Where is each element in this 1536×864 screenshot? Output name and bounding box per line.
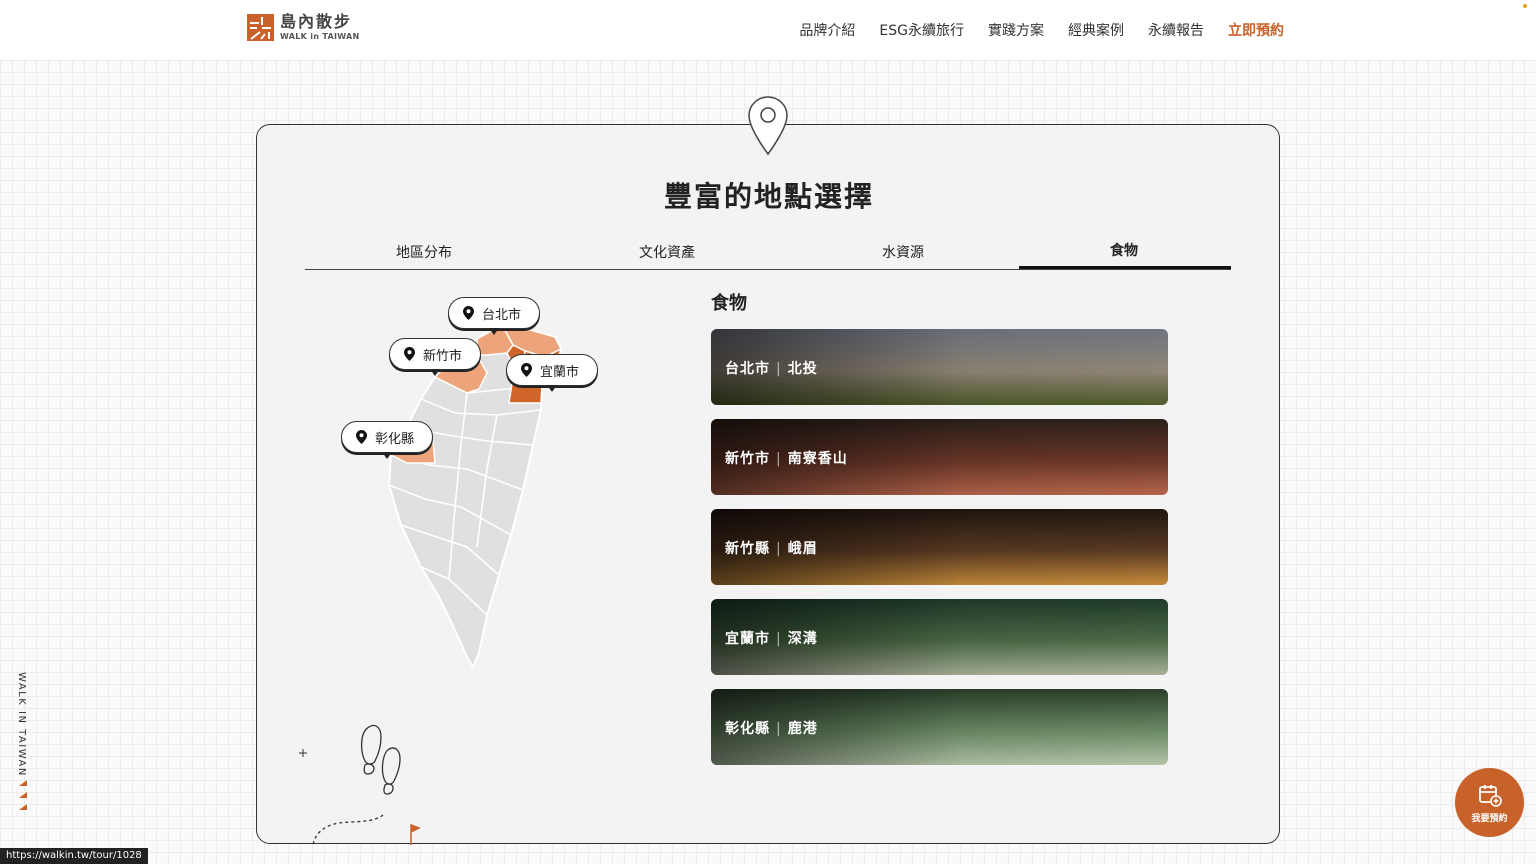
map-label-yilan[interactable]: 宜蘭市 xyxy=(506,354,599,392)
nav-book-now-button[interactable]: 立即預約 xyxy=(1228,20,1284,40)
main-nav: 品牌介紹 ESG永續旅行 實踐方案 經典案例 永續報告 立即預約 xyxy=(799,20,1284,40)
separator: | xyxy=(776,721,782,737)
location-city: 彰化縣 xyxy=(725,721,770,737)
location-area: 深溝 xyxy=(787,631,818,647)
location-area: 峨眉 xyxy=(787,541,818,557)
nav-esg-travel[interactable]: ESG永續旅行 xyxy=(879,20,964,40)
separator: | xyxy=(776,631,782,647)
location-card-label: 宜蘭市 | 深溝 xyxy=(725,628,818,648)
location-card[interactable]: 新竹縣 | 峨眉 xyxy=(711,509,1168,585)
footprints-icon xyxy=(299,724,421,845)
booking-fab-button[interactable]: 我要預約 xyxy=(1455,768,1524,837)
status-dot xyxy=(1523,4,1527,8)
section-title: 豐富的地點選擇 xyxy=(663,180,874,213)
tab-food[interactable]: 食物 xyxy=(1110,240,1138,260)
nav-brand-intro[interactable]: 品牌介紹 xyxy=(799,20,855,40)
booking-fab-label: 我要預約 xyxy=(1471,813,1508,824)
location-card[interactable]: 台北市 | 北投 xyxy=(711,329,1168,405)
map-label-taipei[interactable]: 台北市 xyxy=(448,297,541,335)
logo-mark-icon xyxy=(247,14,274,41)
location-pin-icon xyxy=(356,430,367,444)
list-heading: 食物 xyxy=(711,293,747,314)
location-pin-icon xyxy=(521,363,532,377)
location-pin-icon xyxy=(404,347,415,361)
link-status-bar: https://walkin.tw/tour/1028 xyxy=(0,848,148,864)
nav-case-studies[interactable]: 經典案例 xyxy=(1068,20,1124,40)
site-header: 島內散步 WALK in TAIWAN 品牌介紹 ESG永續旅行 實踐方案 經典… xyxy=(0,0,1536,60)
location-city: 新竹縣 xyxy=(725,541,770,557)
location-city: 新竹市 xyxy=(725,451,770,467)
brand-name-en: WALK in TAIWAN xyxy=(280,32,360,41)
side-brand-text: WALK IN TAIWAN xyxy=(16,672,27,777)
location-area: 北投 xyxy=(787,361,818,377)
location-area: 鹿港 xyxy=(787,721,818,737)
calendar-add-icon xyxy=(1478,784,1502,807)
brand-logo[interactable]: 島內散步 WALK in TAIWAN xyxy=(247,14,360,41)
map-label-changhua[interactable]: 彰化縣 xyxy=(341,421,434,459)
active-tab-indicator xyxy=(1019,266,1231,269)
location-list: 台北市 | 北投新竹市 | 南寮香山新竹縣 | 峨眉宜蘭市 | 深溝彰化縣 | 鹿港 xyxy=(711,329,1168,779)
location-card[interactable]: 宜蘭市 | 深溝 xyxy=(711,599,1168,675)
brand-name-cn: 島內散步 xyxy=(280,12,353,31)
location-card-label: 新竹市 | 南寮香山 xyxy=(725,448,848,468)
tab-cultural-heritage[interactable]: 文化資產 xyxy=(639,242,695,262)
nav-practice-plans[interactable]: 實踐方案 xyxy=(988,20,1044,40)
location-card-label: 彰化縣 | 鹿港 xyxy=(725,718,818,738)
taiwan-map xyxy=(387,323,563,670)
category-tabs: 地區分布 文化資產 水資源 食物 xyxy=(305,232,1231,270)
location-card[interactable]: 彰化縣 | 鹿港 xyxy=(711,689,1168,765)
location-card-label: 台北市 | 北投 xyxy=(725,358,818,378)
location-card-label: 新竹縣 | 峨眉 xyxy=(725,538,818,558)
nav-sustainability-report[interactable]: 永續報告 xyxy=(1148,20,1204,40)
separator: | xyxy=(776,451,782,467)
tab-region[interactable]: 地區分布 xyxy=(396,242,452,262)
locations-card: 豐富的地點選擇 地區分布 文化資產 水資源 食物 台北市 新竹市 宜蘭市 彰化縣… xyxy=(256,124,1280,845)
location-card[interactable]: 新竹市 | 南寮香山 xyxy=(711,419,1168,495)
separator: | xyxy=(776,541,782,557)
separator: | xyxy=(776,361,782,377)
location-city: 宜蘭市 xyxy=(725,631,770,647)
tab-water-resources[interactable]: 水資源 xyxy=(882,242,924,262)
arrow-decoration-icon xyxy=(19,780,27,810)
location-area: 南寮香山 xyxy=(787,451,848,467)
map-label-hsinchu-city[interactable]: 新竹市 xyxy=(389,338,482,376)
location-pin-icon xyxy=(463,306,474,320)
location-pin-icon xyxy=(748,96,788,156)
location-city: 台北市 xyxy=(725,361,770,377)
